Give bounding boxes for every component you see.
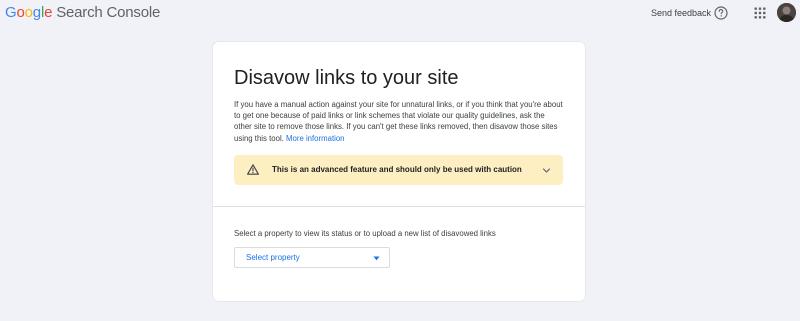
help-circle-icon[interactable] <box>714 6 728 20</box>
send-feedback-link[interactable]: Send feedback <box>651 7 711 19</box>
more-information-link[interactable]: More information <box>286 134 345 143</box>
property-prompt: Select a property to view its status or … <box>234 229 496 238</box>
section-divider <box>213 206 585 207</box>
caution-text: This is an advanced feature and should o… <box>272 165 522 174</box>
description-body: If you have a manual action against your… <box>234 100 563 143</box>
disavow-card: Disavow links to your site If you have a… <box>213 42 585 301</box>
user-avatar[interactable] <box>777 3 796 22</box>
select-property-label: Select property <box>246 253 300 262</box>
avatar-image <box>777 3 796 22</box>
select-property-dropdown[interactable]: Select property <box>234 247 390 268</box>
search-console-logo[interactable]: Google Search Console <box>5 5 160 21</box>
dropdown-caret-icon <box>373 256 380 261</box>
logo-letter: G <box>5 4 17 21</box>
chevron-down-icon[interactable] <box>542 166 551 175</box>
warning-icon <box>247 164 259 175</box>
logo-letter: o <box>16 4 25 21</box>
apps-grid-icon[interactable] <box>754 7 766 19</box>
page-title: Disavow links to your site <box>234 67 459 89</box>
logo-letter: g <box>32 4 41 21</box>
top-app-bar: Google Search Console Send feedback <box>0 0 800 26</box>
logo-letter: o <box>24 4 33 21</box>
caution-banner[interactable]: This is an advanced feature and should o… <box>234 155 563 185</box>
product-name: Search Console <box>56 4 161 21</box>
description-text: If you have a manual action against your… <box>234 99 564 144</box>
logo-letter: e <box>44 4 53 21</box>
